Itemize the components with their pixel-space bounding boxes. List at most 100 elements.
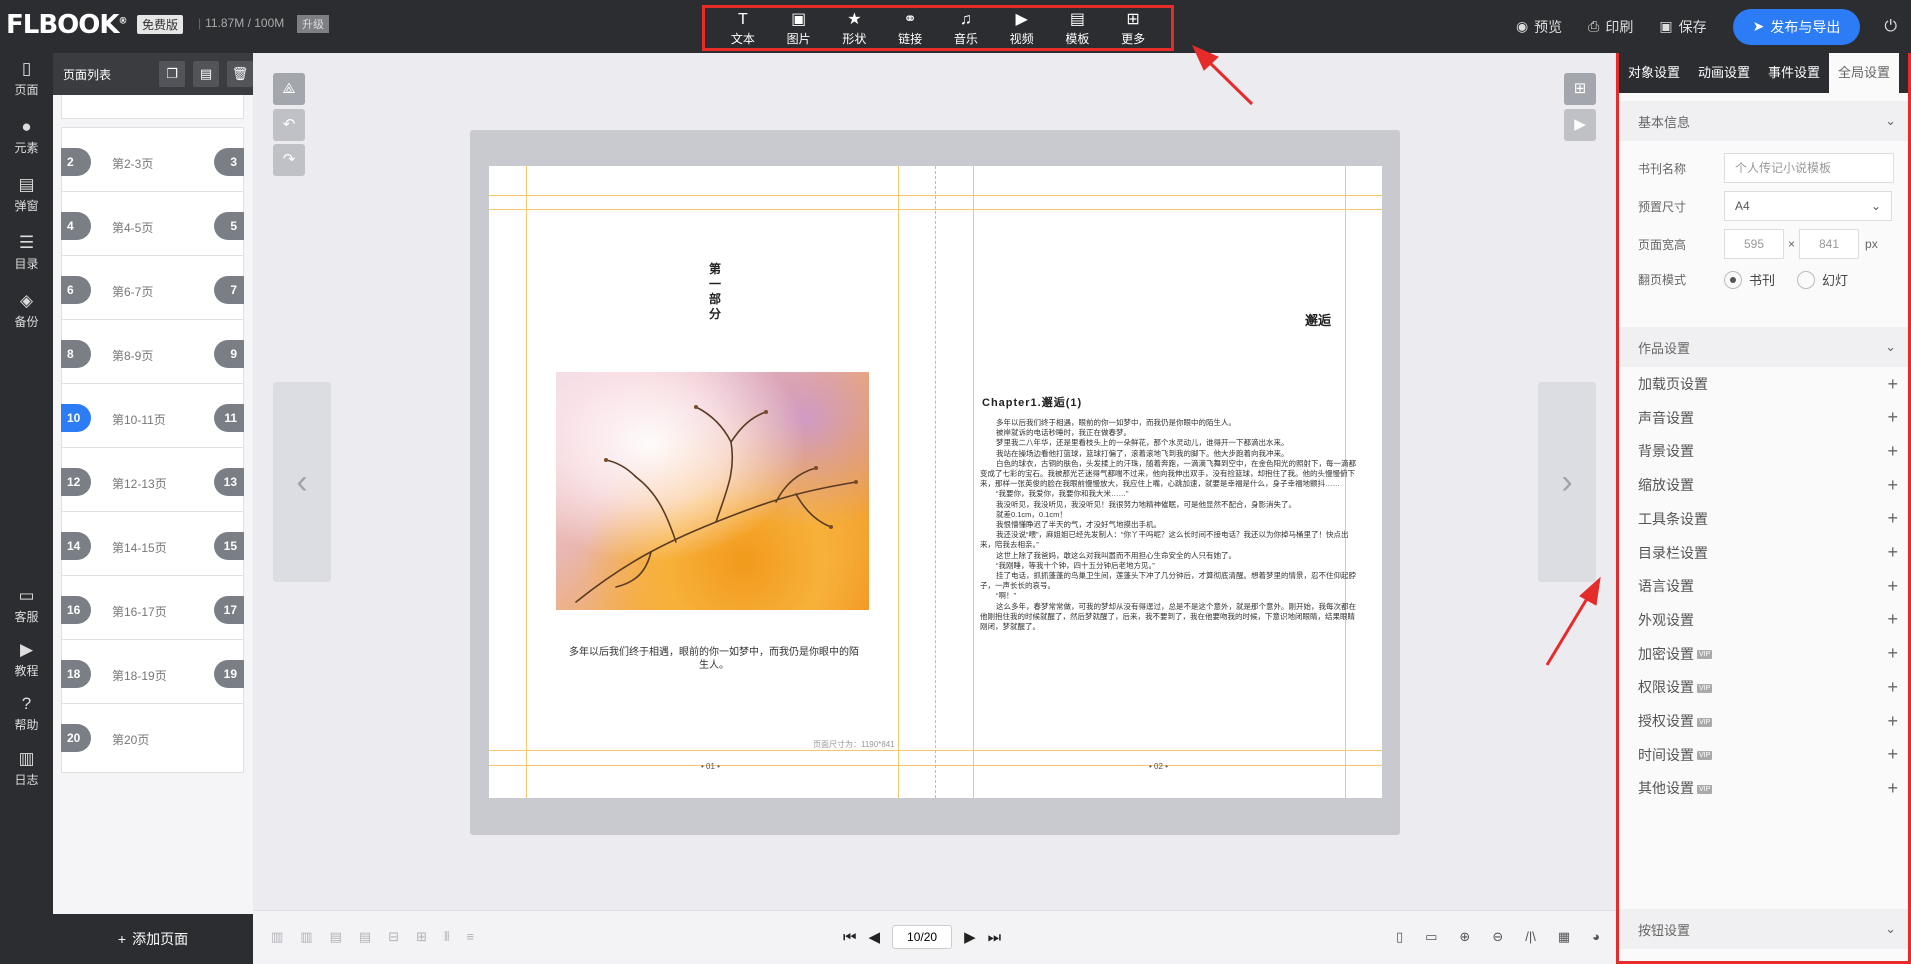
chapter-heading[interactable]: 邂逅 [1305, 310, 1331, 329]
settings-item[interactable]: 其他设置 VIP + [1638, 776, 1898, 800]
settings-item[interactable]: 加密设置 VIP + [1638, 642, 1898, 666]
ruler-icon[interactable]: /|\ [1525, 929, 1536, 945]
settings-item[interactable]: 工具条设置 + [1638, 507, 1898, 531]
nav-service[interactable]: ▭ 客服 [0, 586, 53, 625]
toolbar-video-button[interactable]: ▶ 视频 [996, 8, 1048, 48]
redo-icon[interactable]: ↷ [273, 144, 305, 176]
prev-page-arrow-icon[interactable]: ‹ [273, 382, 331, 582]
settings-item[interactable]: 背景设置 + [1638, 439, 1898, 463]
next-page-icon[interactable]: ▶ [964, 928, 976, 946]
add-page-button[interactable]: + 添加页面 [53, 914, 253, 964]
save-button[interactable]: ▣ 保存 [1659, 17, 1706, 37]
cover-photo[interactable] [556, 372, 869, 610]
page-thumb[interactable]: 8 第8-9页 9 [61, 319, 244, 389]
flbook-logo[interactable]: FLBOOK® [6, 10, 128, 40]
next-page-arrow-icon[interactable]: › [1538, 382, 1596, 582]
settings-item[interactable]: 时间设置 VIP + [1638, 743, 1898, 767]
grid-icon[interactable]: ▦ [1558, 929, 1570, 945]
chapter-title[interactable]: Chapter1.邂逅(1) [982, 394, 1082, 410]
align-right-icon[interactable]: ▥ [300, 929, 312, 945]
button-settings-header[interactable]: 按钮设置 ⌄ [1619, 909, 1908, 949]
nav-backup[interactable]: ◈ 备份 [0, 291, 53, 330]
photo-caption[interactable]: 多年以后我们终于相遇，眼前的你一如梦中，而我仍是你眼中的陌生人。 [569, 646, 859, 672]
work-settings-header[interactable]: 作品设置 ⌄ [1619, 327, 1908, 367]
nav-help[interactable]: ? 帮助 [0, 694, 53, 733]
prev-page-icon[interactable]: ◀ [869, 928, 881, 946]
page-thumb-partial[interactable] [61, 95, 244, 119]
flip-slide-option[interactable]: 幻灯 [1797, 270, 1848, 289]
page-thumb[interactable]: 2 第2-3页 3 [61, 127, 244, 197]
preset-size-select[interactable]: A4 ⌄ [1724, 191, 1892, 221]
nav-element[interactable]: ● 元素 [0, 117, 53, 156]
page-thumb[interactable]: 16 第16-17页 17 [61, 575, 244, 645]
first-page-icon[interactable]: ⏮ [843, 929, 857, 946]
toolbar-star-button[interactable]: ★ 形状 [828, 8, 880, 48]
plus-icon: + [1887, 440, 1898, 461]
nav-catalog[interactable]: ☰ 目录 [0, 233, 53, 272]
settings-item[interactable]: 加载页设置 + [1638, 372, 1898, 396]
page-number-input[interactable] [892, 925, 953, 949]
nav-page[interactable]: ▯ 页面 [0, 59, 53, 98]
settings-item[interactable]: 缩放设置 + [1638, 473, 1898, 497]
settings-tab[interactable]: 事件设置 [1759, 53, 1829, 93]
zoom-in-icon[interactable]: ⊕ [1459, 929, 1470, 945]
toolbar-link-button[interactable]: ⚭ 链接 [884, 8, 936, 48]
fit-screen-icon[interactable]: ▭ [1425, 929, 1437, 945]
toolbar-template-button[interactable]: ▤ 模板 [1051, 8, 1103, 48]
page-height-input[interactable]: 841 [1799, 229, 1860, 259]
palette-icon[interactable]: ◕ [1592, 929, 1600, 945]
distribute-v-icon[interactable]: ≡ [466, 929, 474, 945]
distribute-h-icon[interactable]: ⫴ [444, 929, 449, 945]
page-thumb[interactable]: 14 第14-15页 15 [61, 511, 244, 581]
toolbar-text-button[interactable]: T 文本 [717, 8, 769, 48]
toolbar-music-button[interactable]: ♫ 音乐 [940, 8, 992, 48]
align-center-v-icon[interactable]: ⊞ [416, 929, 427, 945]
copy-page-icon[interactable]: ❐ [159, 61, 185, 87]
settings-tab[interactable]: 全局设置 [1829, 53, 1899, 93]
upgrade-button[interactable]: 升级 [297, 15, 329, 33]
delete-page-icon[interactable]: 🗑 [227, 61, 253, 87]
last-page-icon[interactable]: ⏭ [988, 929, 1002, 946]
play-icon[interactable]: ▶ [1564, 109, 1596, 141]
align-left-icon[interactable]: ▥ [271, 929, 283, 945]
ai-assist-icon[interactable]: ⟁ [273, 73, 305, 105]
align-top-icon[interactable]: ▤ [330, 929, 342, 945]
publish-export-button[interactable]: ➤ 发布与导出 [1732, 8, 1861, 45]
settings-item[interactable]: 声音设置 + [1638, 406, 1898, 430]
single-page-icon[interactable]: ▯ [1396, 929, 1403, 945]
basic-info-header[interactable]: 基本信息 ⌄ [1619, 101, 1908, 141]
part-title[interactable]: 第一部分 [707, 262, 723, 322]
settings-item[interactable]: 目录栏设置 + [1638, 541, 1898, 565]
power-icon[interactable]: ⏻ [1884, 18, 1897, 36]
book-name-input[interactable]: 个人传记小说模板 [1724, 153, 1894, 183]
page-thumb[interactable]: 20 第20页 [61, 703, 244, 773]
duplicate-page-icon[interactable]: ▤ [193, 61, 219, 87]
undo-icon[interactable]: ↶ [273, 109, 305, 141]
settings-item[interactable]: 语言设置 + [1638, 574, 1898, 598]
page-thumb[interactable]: 6 第6-7页 7 [61, 255, 244, 325]
chapter-body-text[interactable]: 多年以后我们终于相遇，眼前的你一如梦中，而我仍是你眼中的陌生人。 被岸就诉的电话秒… [980, 418, 1362, 763]
toolbar-more-button[interactable]: ⊞ 更多 [1107, 8, 1159, 48]
align-center-h-icon[interactable]: ⊟ [388, 929, 399, 945]
page-width-input[interactable]: 595 [1724, 229, 1784, 259]
settings-item[interactable]: 授权设置 VIP + [1638, 709, 1898, 733]
settings-item[interactable]: 权限设置 VIP + [1638, 675, 1898, 699]
toolbar-image-button[interactable]: ▣ 图片 [773, 8, 825, 48]
print-button[interactable]: ⎙ 印刷 [1588, 17, 1633, 37]
nav-tutorial[interactable]: ▶ 教程 [0, 640, 53, 679]
settings-tab[interactable]: 动画设置 [1689, 53, 1759, 93]
settings-tab[interactable]: 对象设置 [1619, 53, 1689, 93]
settings-item-label: 时间设置 [1638, 746, 1694, 763]
page-thumb[interactable]: 12 第12-13页 13 [61, 447, 244, 517]
nav-popup[interactable]: ▤ 弹窗 [0, 175, 53, 214]
zoom-out-icon[interactable]: ⊖ [1492, 929, 1503, 945]
settings-item[interactable]: 外观设置 + [1638, 608, 1898, 632]
page-thumb[interactable]: 18 第18-19页 19 [61, 639, 244, 709]
page-thumb[interactable]: 4 第4-5页 5 [61, 191, 244, 261]
nav-log[interactable]: ▥ 日志 [0, 749, 53, 788]
add-page-icon[interactable]: ⊞ [1564, 73, 1596, 105]
page-thumb[interactable]: 10 第10-11页 11 [61, 383, 244, 453]
align-bottom-icon[interactable]: ▤ [359, 929, 371, 945]
preview-button[interactable]: ◉ 预览 [1516, 17, 1562, 37]
flip-book-option[interactable]: 书刊 [1724, 270, 1775, 289]
